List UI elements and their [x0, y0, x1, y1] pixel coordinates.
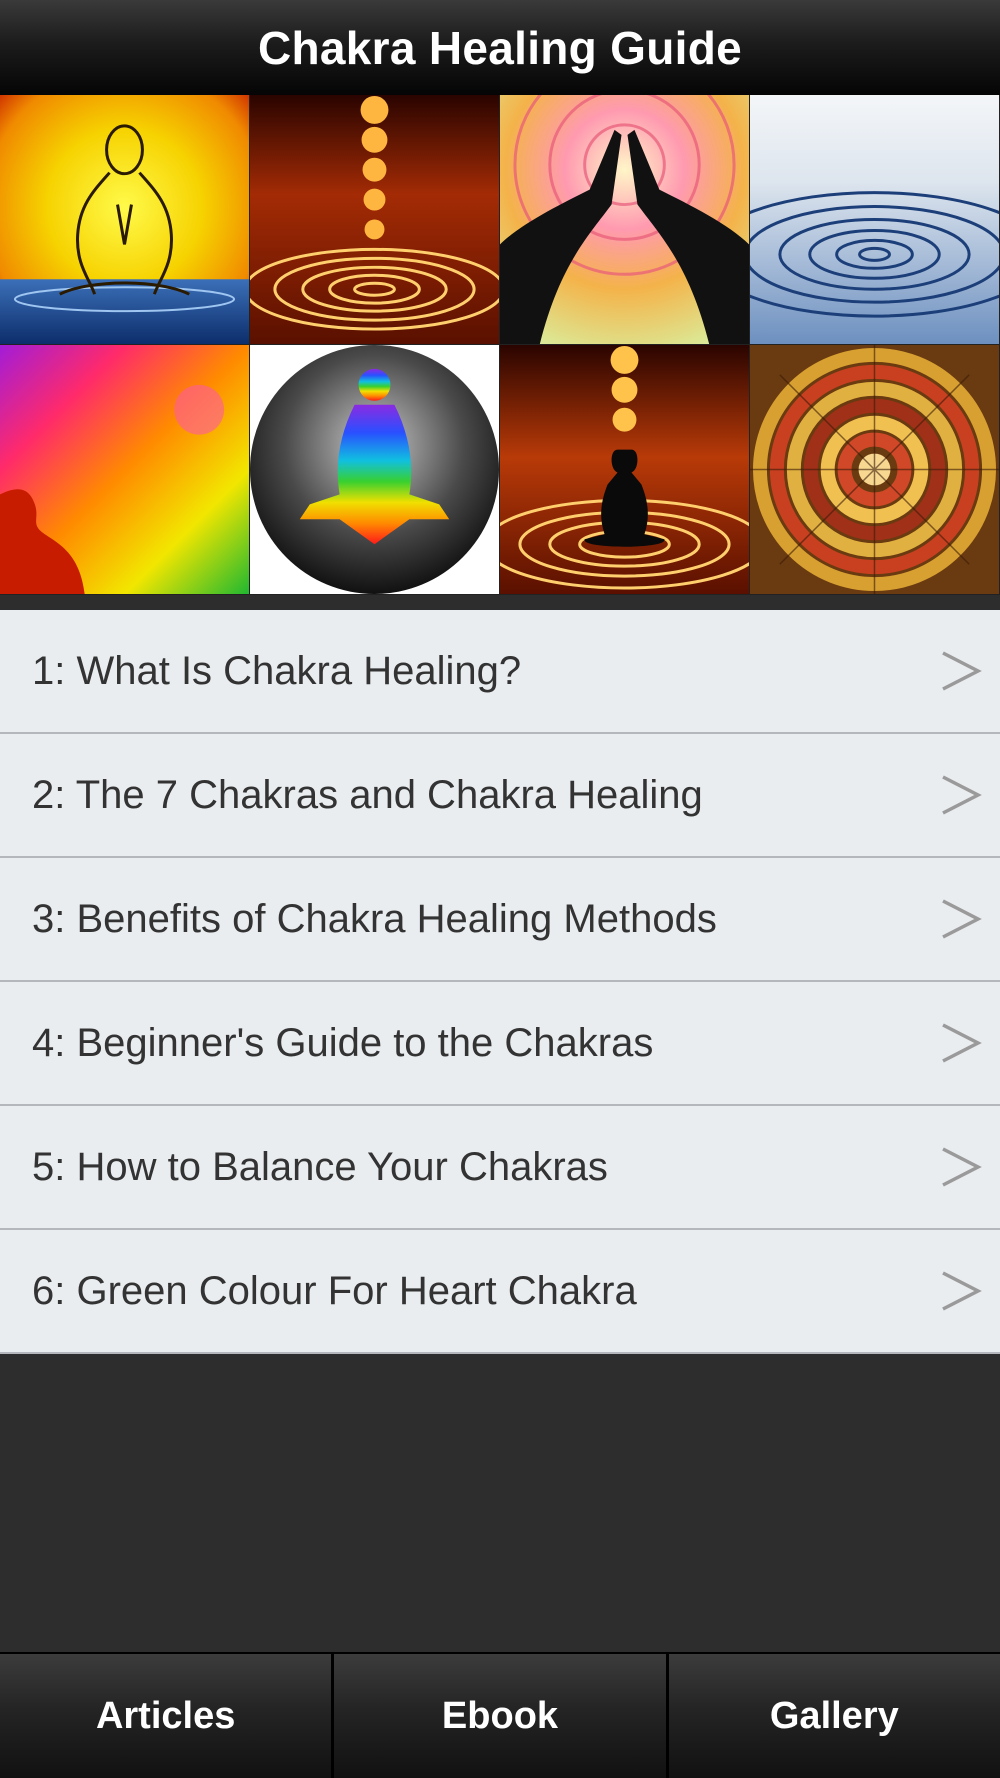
list-item-label: 2: The 7 Chakras and Chakra Healing: [32, 772, 703, 817]
chevron-right-icon: [942, 1023, 982, 1063]
list-item[interactable]: 3: Benefits of Chakra Healing Methods: [0, 858, 1000, 982]
tab-articles[interactable]: Articles: [0, 1654, 332, 1778]
water-ripple-image: [750, 95, 1000, 345]
list-item-label: 1: What Is Chakra Healing?: [32, 648, 522, 693]
list-item[interactable]: 2: The 7 Chakras and Chakra Healing: [0, 734, 1000, 858]
list-item-label: 4: Beginner's Guide to the Chakras: [32, 1020, 654, 1065]
chevron-right-icon: [942, 899, 982, 939]
app-title: Chakra Healing Guide: [257, 21, 742, 74]
list-item-label: 6: Green Colour For Heart Chakra: [32, 1268, 637, 1313]
list-item[interactable]: 4: Beginner's Guide to the Chakras: [0, 982, 1000, 1106]
tab-gallery[interactable]: Gallery: [668, 1654, 1000, 1778]
list-item-label: 3: Benefits of Chakra Healing Methods: [32, 896, 717, 941]
tab-bar: Articles Ebook Gallery: [0, 1652, 1000, 1778]
list-item-label: 5: How to Balance Your Chakras: [32, 1144, 608, 1189]
articles-list: 1: What Is Chakra Healing? 2: The 7 Chak…: [0, 610, 1000, 1354]
list-item[interactable]: 5: How to Balance Your Chakras: [0, 1106, 1000, 1230]
list-item[interactable]: 6: Green Colour For Heart Chakra: [0, 1230, 1000, 1354]
chakra-meditator-image: [250, 345, 500, 595]
section-divider: [0, 595, 1000, 610]
rainbow-silhouette-image: [0, 345, 250, 595]
chakra-ripples-image: [250, 95, 500, 345]
list-item[interactable]: 1: What Is Chakra Healing?: [0, 610, 1000, 734]
mosaic-spiral-image: [750, 345, 1000, 595]
image-banner: [0, 95, 1000, 595]
chevron-right-icon: [942, 1271, 982, 1311]
chevron-right-icon: [942, 775, 982, 815]
title-bar: Chakra Healing Guide: [0, 0, 1000, 96]
chevron-right-icon: [942, 651, 982, 691]
chevron-right-icon: [942, 1147, 982, 1187]
meditation-ripples-image: [500, 345, 750, 595]
hands-energy-image: [500, 95, 750, 345]
tab-ebook[interactable]: Ebook: [334, 1654, 666, 1778]
meditation-woman-image: [0, 95, 250, 345]
